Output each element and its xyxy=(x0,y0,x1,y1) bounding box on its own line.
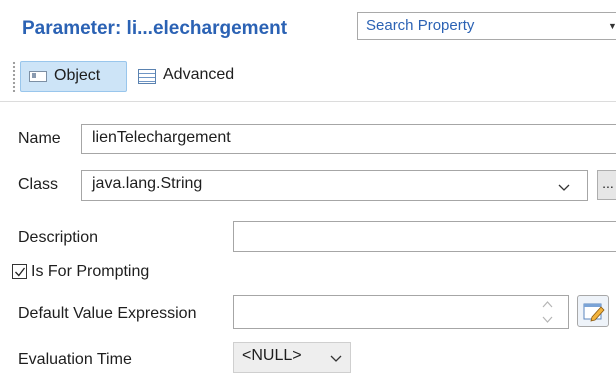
class-value: java.lang.String xyxy=(92,175,203,192)
class-combo[interactable]: java.lang.String xyxy=(81,170,588,201)
table-icon xyxy=(138,69,156,84)
tab-object[interactable]: Object xyxy=(20,61,127,92)
default-value-input[interactable] xyxy=(233,295,569,329)
tab-advanced[interactable]: Advanced xyxy=(133,61,253,92)
search-dropdown-icon[interactable]: ▼ xyxy=(608,21,616,31)
prompting-label: Is For Prompting xyxy=(31,263,150,280)
search-property-field[interactable]: Search Property xyxy=(357,12,616,40)
checkmark-icon xyxy=(15,267,26,277)
class-label: Class xyxy=(18,176,59,193)
search-placeholder: Search Property xyxy=(366,17,475,34)
default-value-label: Default Value Expression xyxy=(18,305,197,322)
chevron-down-icon xyxy=(330,355,342,362)
tab-advanced-label: Advanced xyxy=(163,66,235,83)
scroll-arrows-icon[interactable] xyxy=(539,296,556,328)
name-value: lienTelechargement xyxy=(92,129,231,146)
chevron-down-icon[interactable] xyxy=(558,182,570,194)
expression-editor-button[interactable] xyxy=(577,295,609,327)
edit-expression-icon xyxy=(583,303,605,322)
description-label: Description xyxy=(18,229,99,246)
name-label: Name xyxy=(18,130,61,147)
toolbar-grip-icon[interactable] xyxy=(12,61,16,92)
divider xyxy=(0,101,616,102)
evaluation-time-select[interactable]: <NULL> xyxy=(233,342,351,373)
evaluation-time-value: <NULL> xyxy=(242,347,302,364)
prompting-checkbox[interactable] xyxy=(12,264,27,279)
name-input[interactable]: lienTelechargement xyxy=(81,124,616,154)
panel-title: Parameter: li...elechargement xyxy=(22,18,288,39)
class-browse-button[interactable]: ... xyxy=(597,170,616,200)
tab-object-label: Object xyxy=(54,67,101,84)
evaluation-time-label: Evaluation Time xyxy=(18,351,132,368)
description-input[interactable] xyxy=(233,221,616,252)
object-icon xyxy=(29,71,47,82)
